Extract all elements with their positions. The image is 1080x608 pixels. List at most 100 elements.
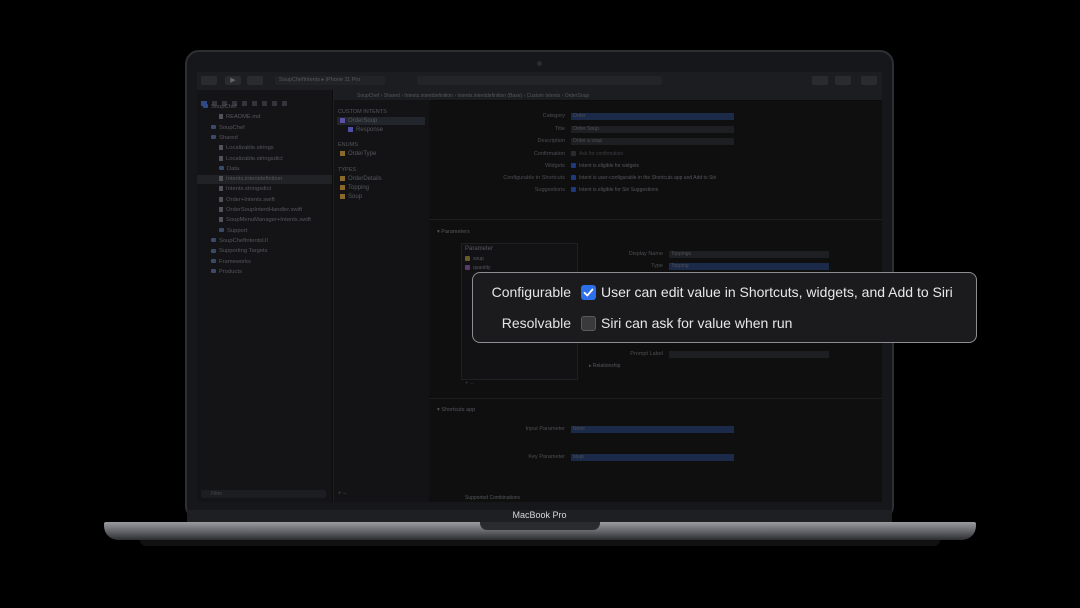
relationship-disclosure[interactable]: ▸ Relationship <box>589 363 620 369</box>
file-icon <box>219 207 223 212</box>
shortcuts-app-header[interactable]: ▾ Shortcuts app <box>437 407 475 413</box>
breadcrumb-item[interactable]: Custom Intents <box>527 93 561 99</box>
configurable-checkbox[interactable] <box>581 285 596 300</box>
debug-icon[interactable] <box>262 101 267 106</box>
file-icon <box>219 114 223 120</box>
navigator-item[interactable]: Localizable.stringsdict <box>219 155 283 162</box>
camera-icon <box>537 61 542 66</box>
scheme-selector[interactable]: SoupChefIntents ▸ iPhone 11 Pro <box>275 76 385 85</box>
types-header: TYPES <box>338 167 357 173</box>
breadcrumb-item[interactable]: SoupChef <box>357 93 379 99</box>
navigator-item-label: README.md <box>226 114 261 121</box>
run-icon[interactable]: ▶ <box>225 76 241 85</box>
file-icon <box>219 186 223 192</box>
parameter-row[interactable]: soup <box>465 256 484 262</box>
navigator-item[interactable]: Support <box>219 228 247 234</box>
add-item-button[interactable]: + − <box>338 491 347 497</box>
navigator-item[interactable]: Intents.stringsdict <box>219 186 271 192</box>
configurable-checkbox[interactable]: Intent is user-configurable in the Short… <box>571 175 716 181</box>
confirmation-label: Confirmation <box>533 151 565 157</box>
navigator-item[interactable]: Intents.intentdefinition <box>219 176 282 182</box>
navigator-tab-bar <box>201 93 329 106</box>
library-icon[interactable] <box>812 76 828 85</box>
resolvable-label: Resolvable <box>501 315 571 331</box>
widgets-label: Widgets <box>545 163 565 169</box>
breadcrumb-item[interactable]: Shared <box>384 93 400 99</box>
navigator-item[interactable]: SoupChef <box>211 125 245 131</box>
navigator-item[interactable]: Localizable.strings <box>219 145 274 151</box>
intent-item[interactable]: OrderSoup <box>340 118 377 124</box>
navigator-item-label: Supporting Targets <box>219 248 268 255</box>
type-item[interactable]: OrderDetails <box>340 176 382 182</box>
stop-icon[interactable] <box>247 76 263 85</box>
navigator-item-label: Localizable.stringsdict <box>226 155 283 162</box>
navigator-item-label: Products <box>219 268 242 275</box>
breadcrumb-item[interactable]: Intents.intentdefinition (Base) <box>457 93 522 99</box>
navigator-filter[interactable]: Filter <box>201 490 326 498</box>
input-parameter-select[interactable]: None <box>571 426 734 433</box>
file-icon <box>219 155 223 161</box>
resolvable-checkbox[interactable] <box>581 316 596 331</box>
custom-intents-header: CUSTOM INTENTS <box>338 109 387 115</box>
divider <box>429 219 882 220</box>
report-icon[interactable] <box>282 101 287 106</box>
file-icon <box>219 176 223 182</box>
navigator-item[interactable]: OrderSoupIntentHandler.swift <box>219 207 302 213</box>
issue-icon[interactable] <box>242 101 247 106</box>
confirmation-checkbox[interactable]: Ask for confirmation <box>571 151 623 157</box>
add-parameter-button[interactable]: + − <box>465 381 474 387</box>
parameter-column-header: Parameter <box>465 246 494 252</box>
navigator-item-label: Support <box>227 227 248 234</box>
parameter-row[interactable]: quantity <box>465 265 491 271</box>
navigator-item-label: SoupChef <box>211 104 237 110</box>
parameters-header[interactable]: ▾ Parameters <box>437 229 470 235</box>
folder-icon <box>211 269 216 274</box>
navigator-item-label: SoupMenuManager+Intents.swift <box>226 217 311 224</box>
trackpad-notch <box>480 522 600 530</box>
navigator-item[interactable]: Shared <box>211 135 238 141</box>
type-item[interactable]: Soup <box>340 194 362 200</box>
suggestions-checkbox[interactable]: Intent is eligible for Siri Suggestions <box>571 187 658 193</box>
folder-icon <box>219 166 224 171</box>
supported-combinations-header: Supported Combinations <box>465 495 521 501</box>
enum-item[interactable]: OrderType <box>340 151 376 157</box>
type-item[interactable]: Topping <box>340 185 369 191</box>
navigator-item[interactable]: SoupChefIntentsUI <box>211 238 268 244</box>
title-field[interactable]: Order Soup <box>571 126 734 133</box>
type-select[interactable]: Topping <box>669 263 829 270</box>
editor-options-icon[interactable] <box>835 76 851 85</box>
inspector-toggle-icon[interactable] <box>861 76 877 85</box>
navigator-item-label: Frameworks <box>219 258 251 265</box>
widgets-checkbox[interactable]: Intent is eligible for widgets <box>571 163 639 169</box>
test-icon[interactable] <box>252 101 257 106</box>
project-navigator: SoupChef README.md SoupChef Shared Localizab… <box>197 90 332 502</box>
navigator-item[interactable]: Products <box>211 269 242 275</box>
breakpoint-icon[interactable] <box>272 101 277 106</box>
folder-icon <box>211 125 216 130</box>
folder-icon <box>211 258 216 263</box>
intent-item[interactable]: Response <box>348 127 383 133</box>
breadcrumb-item[interactable]: OrderSoup <box>565 93 589 99</box>
navigator-item[interactable]: Order+Intents.swift <box>219 196 275 203</box>
navigator-item[interactable]: Data <box>219 166 239 172</box>
navigator-item[interactable]: SoupChef <box>203 104 237 110</box>
file-icon <box>219 217 223 223</box>
navigator-item-label: Intents.stringsdict <box>226 186 272 193</box>
navigator-item[interactable]: Supporting Targets <box>211 248 268 254</box>
prompt-field[interactable] <box>669 351 829 358</box>
category-label: Category <box>542 113 565 119</box>
sidebar-toggle-icon[interactable] <box>201 76 217 85</box>
activity-viewer <box>417 76 662 85</box>
checkmark-icon <box>583 288 594 297</box>
configurable-description: User can edit value in Shortcuts, widget… <box>601 284 953 300</box>
category-select[interactable]: Order <box>571 113 734 120</box>
key-parameter-select[interactable]: soup <box>571 454 734 461</box>
navigator-item[interactable]: Frameworks <box>211 259 251 265</box>
breadcrumb-item[interactable]: Intents.intentdefinition <box>404 93 453 99</box>
prompt-label: Prompt Label <box>630 351 663 357</box>
description-field[interactable]: Order a soup <box>571 138 734 145</box>
navigator-item[interactable]: SoupMenuManager+Intents.swift <box>219 217 311 223</box>
display-name-label: Display Name <box>628 251 663 257</box>
navigator-item[interactable]: README.md <box>219 114 260 120</box>
display-name-field[interactable]: Toppings <box>669 251 829 258</box>
